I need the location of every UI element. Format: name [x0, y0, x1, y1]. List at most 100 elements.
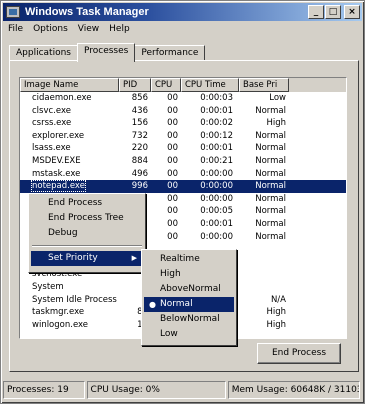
cell-base-pri: Normal [255, 155, 286, 166]
cell-image-name: mstask.exe [32, 168, 81, 179]
menu-bar: File Options View Help [3, 21, 135, 37]
cell-pid: 856 [131, 93, 148, 103]
cell-cpu: 00 [167, 130, 178, 141]
cell-base-pri: High [266, 307, 286, 318]
cell-cpu-time: 0:00:05 [200, 206, 233, 217]
menu-item-end-process[interactable]: End Process [31, 196, 143, 211]
cell-cpu-time: 0:00:00 [200, 193, 233, 204]
cell-pid: 156 [131, 118, 148, 129]
cell-pid: 732 [131, 130, 148, 141]
process-context-menu: End Process End Process Tree Debug Set P… [28, 193, 146, 273]
column-pid[interactable]: PID [119, 78, 151, 92]
table-row[interactable]: lsass.exe 220 00 0:00:01 Normal [20, 142, 346, 155]
status-mem-usage: Mem Usage: 60648K / 311036K [227, 381, 360, 399]
cell-base-pri: Normal [255, 231, 286, 242]
cell-image-name: taskmgr.exe [32, 307, 85, 318]
priority-high[interactable]: High [144, 267, 234, 282]
cell-cpu-time: 0:00:00 [200, 231, 233, 242]
menu-item-set-priority[interactable]: Set Priority ▶ [31, 251, 143, 266]
set-priority-label: Set Priority [48, 253, 98, 263]
status-bar: Processes: 19 CPU Usage: 0% Mem Usage: 6… [3, 381, 362, 401]
cell-image-name: notepad.exe [31, 180, 86, 193]
column-cpu-time[interactable]: CPU Time [181, 78, 239, 92]
minimize-button[interactable]: _ [308, 5, 324, 19]
priority-realtime[interactable]: Realtime [144, 252, 234, 267]
cell-pid: 220 [131, 143, 148, 154]
cell-pid: 496 [131, 168, 148, 179]
table-row[interactable]: notepad.exe 996 00 0:00:00 Normal [20, 180, 346, 193]
table-row[interactable]: explorer.exe 732 00 0:00:12 Normal [20, 130, 346, 143]
window-title: Windows Task Manager [25, 6, 149, 18]
priority-low[interactable]: Low [144, 327, 234, 342]
menu-options[interactable]: Options [28, 24, 73, 34]
cell-cpu-time: 0:00:01 [200, 143, 233, 154]
cell-cpu-time: 0:00:03 [200, 93, 233, 103]
priority-belownormal[interactable]: BelowNormal [144, 312, 234, 327]
column-base-pri[interactable]: Base Pri [239, 78, 289, 92]
cell-cpu: 00 [167, 118, 178, 129]
priority-abovenormal[interactable]: AboveNormal [144, 282, 234, 297]
column-cpu[interactable]: CPU [151, 78, 181, 92]
priority-normal[interactable]: ● Normal [144, 297, 234, 312]
cell-base-pri: Normal [255, 105, 286, 116]
cell-cpu: 00 [167, 181, 178, 192]
table-row[interactable]: mstask.exe 496 00 0:00:00 Normal [20, 168, 346, 181]
cell-cpu: 00 [167, 231, 178, 242]
table-row[interactable]: cidaemon.exe 856 00 0:00:03 Low [20, 92, 346, 105]
tab-strip: Applications Processes Performance [9, 43, 206, 62]
cell-base-pri: Normal [255, 193, 286, 204]
cell-cpu-time: 0:00:01 [200, 105, 233, 116]
cell-image-name: winlogon.exe [32, 319, 89, 330]
menu-file[interactable]: File [3, 24, 28, 34]
table-row[interactable]: csrss.exe 156 00 0:00:02 High [20, 117, 346, 130]
tab-performance[interactable]: Performance [134, 45, 206, 61]
cell-base-pri: Normal [255, 181, 286, 192]
cell-image-name: System Idle Process [32, 294, 117, 305]
cell-image-name: explorer.exe [32, 130, 85, 141]
cell-base-pri: Normal [255, 168, 286, 179]
priority-normal-label: Normal [160, 299, 193, 309]
title-bar[interactable]: Windows Task Manager _ □ × [3, 3, 362, 21]
cell-base-pri [239, 243, 289, 256]
table-row[interactable]: clsvc.exe 436 00 0:00:01 Normal [20, 105, 346, 118]
cell-cpu: 00 [167, 143, 178, 154]
cell-base-pri: Normal [255, 130, 286, 141]
menu-help[interactable]: Help [104, 24, 135, 34]
tab-processes[interactable]: Processes [76, 43, 136, 62]
end-process-button[interactable]: End Process [257, 343, 341, 364]
cell-base-pri [239, 268, 289, 281]
menu-item-debug[interactable]: Debug [31, 226, 143, 241]
cell-base-pri: High [266, 319, 286, 330]
cell-image-name: clsvc.exe [32, 105, 71, 116]
menu-item-end-process-tree[interactable]: End Process Tree [31, 211, 143, 226]
cell-cpu: 00 [167, 193, 178, 204]
cell-base-pri: High [266, 118, 286, 129]
cell-image-name: MSDEV.EXE [32, 155, 81, 166]
cell-cpu: 00 [167, 206, 178, 217]
radio-bullet-icon: ● [149, 300, 156, 309]
cell-base-pri [239, 281, 289, 294]
menu-separator [32, 245, 142, 247]
cell-cpu-time: 0:00:00 [200, 168, 233, 179]
cell-pid: 436 [131, 105, 148, 116]
priority-submenu: Realtime High AboveNormal ● Normal Below… [141, 249, 237, 346]
task-manager-app-icon [6, 6, 20, 18]
status-cpu-usage: CPU Usage: 0% [86, 381, 226, 399]
cell-cpu: 00 [167, 218, 178, 229]
cell-base-pri: Normal [255, 206, 286, 217]
submenu-arrow-icon: ▶ [131, 254, 137, 262]
cell-image-name: System [32, 281, 64, 292]
cell-cpu-time: 0:00:12 [200, 130, 233, 141]
cell-base-pri: Normal [255, 218, 286, 229]
cell-pid: 996 [131, 181, 148, 192]
table-row[interactable]: MSDEV.EXE 884 00 0:00:21 Normal [20, 155, 346, 168]
tab-applications[interactable]: Applications [9, 45, 78, 61]
menu-view[interactable]: View [73, 24, 104, 34]
cell-pid: 884 [131, 155, 148, 166]
column-image-name[interactable]: Image Name [20, 78, 119, 92]
cell-base-pri: Normal [255, 143, 286, 154]
cell-image-name: lsass.exe [32, 143, 71, 154]
cell-cpu: 00 [167, 105, 178, 116]
close-button[interactable]: × [344, 5, 360, 19]
maximize-button[interactable]: □ [325, 5, 341, 19]
